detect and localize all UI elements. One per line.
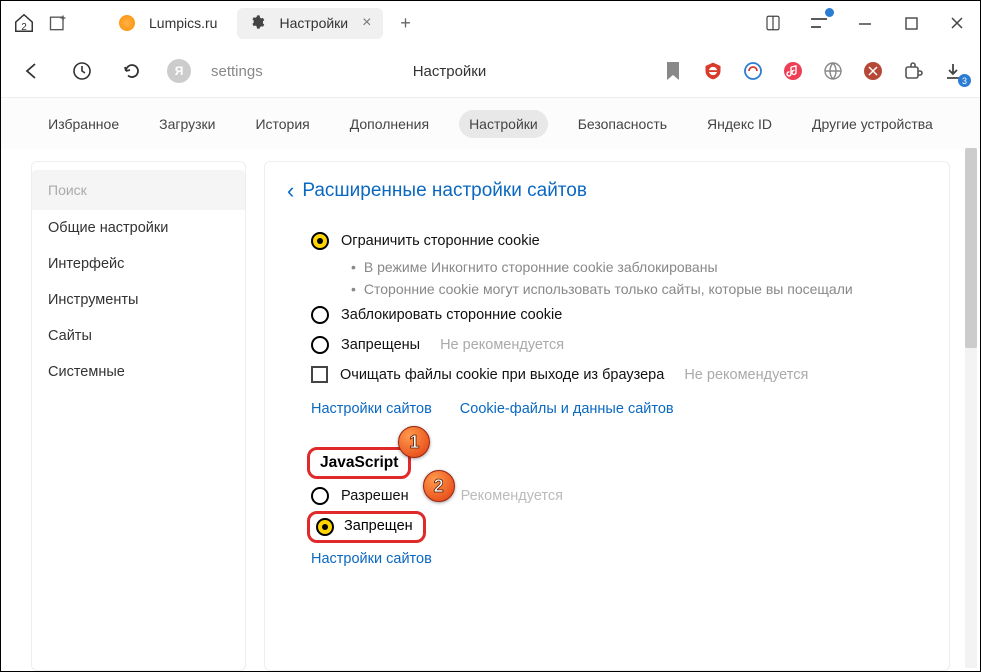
opt-label: Ограничить сторонние cookie [341, 233, 540, 249]
subnav-history[interactable]: История [245, 110, 319, 138]
checkbox-icon [311, 366, 328, 383]
opt-label: Очищать файлы cookie при выходе из брауз… [340, 367, 664, 383]
subnav-security[interactable]: Безопасность [568, 110, 677, 138]
downloads-icon[interactable] [942, 60, 964, 82]
shield-icon[interactable] [67, 57, 97, 85]
new-window-icon[interactable] [43, 9, 73, 37]
link-site-settings[interactable]: Настройки сайтов [311, 401, 432, 417]
sidebar-item-tools[interactable]: Инструменты [32, 282, 245, 318]
menu-icon[interactable] [804, 9, 834, 37]
radio-selected-icon [311, 232, 329, 250]
cookie-opt-limit[interactable]: Ограничить сторонние cookie [287, 226, 949, 256]
ublock-icon[interactable] [702, 60, 724, 82]
annotation-badge-over: 2 Рекомендуется [429, 488, 563, 504]
subnav-settings[interactable]: Настройки [459, 110, 548, 138]
back-button[interactable] [17, 57, 47, 85]
extensions-icon[interactable] [902, 60, 924, 82]
opt-hint: Не рекомендуется [440, 337, 564, 353]
home-badge: 2 [21, 22, 27, 33]
minimize-button[interactable] [850, 9, 880, 37]
new-tab-button[interactable]: + [391, 9, 419, 37]
opt-label: Запрещены [341, 337, 420, 353]
settings-tabs: Избранное Загрузки История Дополнения На… [1, 97, 980, 149]
site-badge[interactable]: Я [167, 59, 191, 83]
reload-button[interactable] [117, 57, 147, 85]
radio-icon [311, 336, 329, 354]
gear-icon [249, 14, 265, 33]
tab-favicon-orange [119, 15, 135, 31]
subnav-yandexid[interactable]: Яндекс ID [697, 110, 782, 138]
annotation-box-1: JavaScript 1 [307, 447, 411, 479]
cookie-opt-block[interactable]: Заблокировать сторонние cookie [287, 300, 949, 330]
tab-label: Настройки [279, 15, 348, 31]
tab-close-icon[interactable]: × [362, 14, 371, 32]
close-window-button[interactable] [942, 9, 972, 37]
page-title: Настройки [413, 63, 487, 80]
music-ext-icon[interactable] [782, 60, 804, 82]
settings-main: ‹ Расширенные настройки сайтов Ограничит… [264, 161, 950, 671]
tab-strip: Lumpics.ru Настройки × + [107, 8, 419, 39]
cookie-bullet-1: В режиме Инкогнито сторонние cookie забл… [287, 256, 949, 278]
circle-ext-icon[interactable] [742, 60, 764, 82]
subnav-devices[interactable]: Другие устройства [802, 110, 943, 138]
window-bar: 2 Lumpics.ru Настройки × + [1, 1, 980, 45]
cookie-opt-deny[interactable]: Запрещены Не рекомендуется [287, 330, 949, 360]
main-heading: Расширенные настройки сайтов [302, 180, 587, 202]
cookie-links: Настройки сайтов Cookie-файлы и данные с… [287, 389, 949, 423]
opt-hint: Не рекомендуется [684, 367, 808, 383]
maximize-button[interactable] [896, 9, 926, 37]
annotation-badge-2: 2 [423, 470, 455, 502]
cookie-opt-clear[interactable]: Очищать файлы cookie при выходе из брауз… [287, 360, 949, 389]
opt-label: Разрешен [341, 488, 409, 504]
tab-settings[interactable]: Настройки × [237, 8, 383, 39]
radio-icon [311, 306, 329, 324]
js-heading: JavaScript [320, 454, 398, 472]
nav-bar: Я settings Настройки [1, 45, 980, 97]
subnav-downloads[interactable]: Загрузки [149, 110, 225, 138]
bookmark-icon[interactable] [662, 60, 684, 82]
radio-selected-icon [316, 518, 334, 536]
tab-label: Lumpics.ru [149, 15, 217, 31]
link-site-settings-js[interactable]: Настройки сайтов [311, 551, 432, 567]
sidebar-item-interface[interactable]: Интерфейс [32, 246, 245, 282]
link-cookie-data[interactable]: Cookie-файлы и данные сайтов [460, 401, 674, 417]
scrollbar[interactable] [965, 148, 977, 668]
globe-icon[interactable] [822, 60, 844, 82]
content-area: Поиск Общие настройки Интерфейс Инструме… [1, 149, 980, 671]
sidebar-search-input[interactable]: Поиск [32, 170, 245, 210]
annotation-badge-1: 1 [398, 426, 430, 458]
tab-lumpics[interactable]: Lumpics.ru [107, 9, 229, 37]
radio-icon [311, 487, 329, 505]
opt-label: Запрещен [344, 518, 413, 536]
sidebar-item-sites[interactable]: Сайты [32, 318, 245, 354]
back-heading-link[interactable]: ‹ Расширенные настройки сайтов [287, 178, 949, 204]
annotation-box-2: Запрещен [307, 511, 426, 543]
sidebar-item-system[interactable]: Системные [32, 354, 245, 390]
reader-icon[interactable] [758, 9, 788, 37]
subnav-addons[interactable]: Дополнения [340, 110, 439, 138]
tools-ext-icon[interactable] [862, 60, 884, 82]
js-opt-allow[interactable]: Разрешен 2 Рекомендуется [287, 479, 949, 511]
js-links: Настройки сайтов [287, 543, 949, 573]
home-icon[interactable]: 2 [9, 9, 39, 37]
scrollbar-thumb[interactable] [965, 148, 977, 348]
cookie-bullet-2: Сторонние cookie могут использовать толь… [287, 278, 949, 300]
opt-label: Заблокировать сторонние cookie [341, 307, 562, 323]
subnav-favorites[interactable]: Избранное [38, 110, 129, 138]
chevron-left-icon: ‹ [287, 178, 294, 204]
url-text[interactable]: settings [211, 63, 263, 80]
settings-sidebar: Поиск Общие настройки Интерфейс Инструме… [31, 161, 246, 671]
sidebar-item-general[interactable]: Общие настройки [32, 210, 245, 246]
